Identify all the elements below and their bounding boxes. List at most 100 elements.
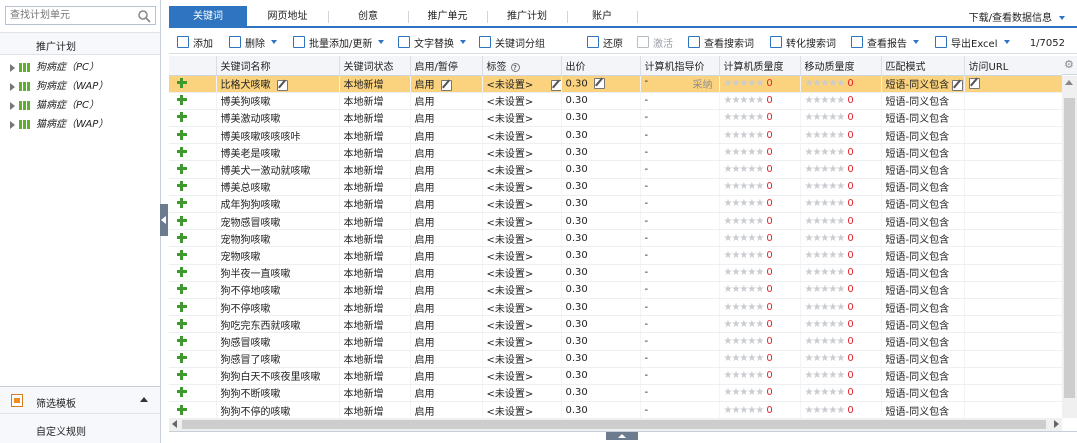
table-row[interactable]: 博美激动咳嗽 本地新增 启用 <未设置> 0.30- ★★★★★ 0 ★★★★★ 0 短语-同义包… xyxy=(169,109,1062,128)
match-mode-cell[interactable]: 短语-同义包含 xyxy=(881,264,965,282)
bid-cell[interactable]: 0.30 xyxy=(561,75,641,93)
row-add-cell[interactable] xyxy=(169,160,217,179)
match-mode-cell[interactable]: 短语-同义包含 xyxy=(881,401,965,418)
text-replace-button[interactable]: 文字替换 xyxy=(398,34,466,50)
match-mode-cell[interactable]: 短语-同义包含 xyxy=(881,332,965,351)
bid-cell[interactable]: 0.30 xyxy=(561,109,641,128)
enable-cell[interactable]: 启用 xyxy=(410,401,483,418)
visit-url-cell[interactable] xyxy=(964,229,1062,248)
keyword-name-cell[interactable]: 博美老是咳嗽 xyxy=(216,143,340,162)
tag-cell[interactable]: <未设置> xyxy=(482,229,562,248)
enable-cell[interactable]: 启用 xyxy=(410,281,483,299)
tab-keywords[interactable]: 关键词 xyxy=(169,6,247,28)
dropdown-arrow-icon[interactable] xyxy=(460,40,466,44)
col-header-pc-quality[interactable]: 计算机质量度 xyxy=(719,56,801,76)
tab-account[interactable]: 账户 xyxy=(567,6,637,28)
col-header-visit-url[interactable]: 访问URL xyxy=(964,56,1062,76)
plus-icon[interactable] xyxy=(177,198,187,209)
tag-cell[interactable]: <未设置> xyxy=(482,92,562,110)
bid-cell[interactable]: 0.30 xyxy=(561,298,641,317)
plus-icon[interactable] xyxy=(177,78,187,89)
visit-url-cell[interactable] xyxy=(964,281,1062,299)
col-header-keyword-name[interactable]: 关键词名称 xyxy=(216,56,340,76)
bid-cell[interactable]: 0.30 xyxy=(561,160,641,179)
plan-item[interactable]: 狗病症（PC） xyxy=(0,58,160,77)
keyword-group-button[interactable]: 关键词分组 xyxy=(479,34,545,50)
plus-icon[interactable] xyxy=(177,404,187,415)
plan-item[interactable]: 狗病症（WAP） xyxy=(0,77,160,96)
expand-arrow-icon[interactable] xyxy=(10,82,15,91)
dropdown-arrow-icon[interactable] xyxy=(378,40,385,44)
row-add-cell[interactable] xyxy=(169,92,217,110)
table-row[interactable]: 狗感冒咳嗽 本地新增 启用 <未设置> 0.30- ★★★★★ 0 ★★★★★ 0 短语-同义包含 xyxy=(169,332,1062,351)
keyword-name-cell[interactable]: 宠物感冒咳嗽 xyxy=(216,212,340,231)
tag-cell[interactable]: <未设置> xyxy=(482,281,562,299)
enable-cell[interactable]: 启用 xyxy=(410,367,483,385)
row-add-cell[interactable] xyxy=(169,75,217,93)
edit-icon[interactable] xyxy=(440,79,452,91)
visit-url-cell[interactable] xyxy=(964,350,1062,368)
tag-cell[interactable]: <未设置> xyxy=(482,350,562,368)
tag-cell[interactable]: <未设置> xyxy=(482,212,562,231)
row-add-cell[interactable] xyxy=(169,367,217,385)
visit-url-cell[interactable] xyxy=(964,178,1062,196)
enable-cell[interactable]: 启用 xyxy=(410,229,483,248)
dropdown-arrow-icon[interactable] xyxy=(913,40,919,44)
table-row[interactable]: 博美总咳嗽 本地新增 启用 <未设置> 0.30- ★★★★★ 0 ★★★★★ 0 短语-同义包含 xyxy=(169,178,1062,196)
keyword-name-cell[interactable]: 博美咳嗽咳咳咳咔 xyxy=(216,126,340,145)
batch-add-button[interactable]: 批量添加/更新 xyxy=(293,34,385,50)
tab-urls[interactable]: 网页地址 xyxy=(247,6,328,28)
match-mode-cell[interactable]: 短语-同义包含 xyxy=(881,126,965,145)
export-excel-button[interactable]: 导出Excel xyxy=(935,34,1010,50)
bid-cell[interactable]: 0.30 xyxy=(561,195,641,214)
tag-cell[interactable]: <未设置> xyxy=(482,126,562,145)
enable-cell[interactable]: 启用 xyxy=(410,384,483,403)
bid-cell[interactable]: 0.30 xyxy=(561,178,641,196)
plus-icon[interactable] xyxy=(177,318,187,329)
table-row[interactable]: 狗狗不断咳嗽 本地新增 启用 <未设置> 0.30- ★★★★★ 0 ★★★★★ 0 短语-同义包… xyxy=(169,384,1062,403)
keyword-name-cell[interactable]: 狗狗白天不咳夜里咳嗽 xyxy=(216,367,340,385)
table-row[interactable]: 狗感冒了咳嗽 本地新增 启用 <未设置> 0.30- ★★★★★ 0 ★★★★★ 0 短语-同义包… xyxy=(169,350,1062,368)
plus-icon[interactable] xyxy=(177,353,187,364)
match-mode-cell[interactable]: 短语-同义包含 xyxy=(881,367,965,385)
col-header-keyword-status[interactable]: 关键词状态 xyxy=(339,56,411,76)
row-add-cell[interactable] xyxy=(169,264,217,282)
delete-button[interactable]: 删除 xyxy=(229,34,277,50)
tag-cell[interactable]: <未设置> xyxy=(482,332,562,351)
bid-cell[interactable]: 0.30 xyxy=(561,332,641,351)
bid-cell[interactable]: 0.30 xyxy=(561,401,641,418)
visit-url-cell[interactable] xyxy=(964,384,1062,403)
edit-icon[interactable] xyxy=(952,79,963,91)
keyword-name-cell[interactable]: 狗不停咳嗽 xyxy=(216,298,340,317)
row-add-cell[interactable] xyxy=(169,384,217,403)
visit-url-cell[interactable] xyxy=(964,160,1062,179)
match-mode-cell[interactable]: 短语-同义包含 xyxy=(881,384,965,403)
visit-url-cell[interactable] xyxy=(964,264,1062,282)
scroll-up-icon[interactable] xyxy=(1065,80,1073,85)
search-input[interactable] xyxy=(6,7,134,24)
match-mode-cell[interactable]: 短语-同义包含 xyxy=(881,229,965,248)
tag-cell[interactable]: <未设置> xyxy=(482,160,562,179)
keyword-name-cell[interactable]: 狗不停地咳嗽 xyxy=(216,281,340,299)
enable-cell[interactable]: 启用 xyxy=(410,109,483,128)
tab-ad-units[interactable]: 推广单元 xyxy=(408,6,487,28)
keyword-name-cell[interactable]: 狗感冒咳嗽 xyxy=(216,332,340,351)
match-mode-cell[interactable]: 短语-同义包含 xyxy=(881,178,965,196)
horizontal-scrollbar[interactable] xyxy=(169,418,1062,431)
dropdown-arrow-icon[interactable] xyxy=(271,40,277,44)
tag-cell[interactable]: <未设置> xyxy=(482,143,562,162)
scroll-right-icon[interactable] xyxy=(1054,420,1059,428)
table-row[interactable]: 狗不停咳嗽 本地新增 启用 <未设置> 0.30- ★★★★★ 0 ★★★★★ 0 短语-同义包含 xyxy=(169,298,1062,317)
row-add-cell[interactable] xyxy=(169,298,217,317)
row-add-cell[interactable] xyxy=(169,195,217,214)
bid-cell[interactable]: 0.30 xyxy=(561,264,641,282)
tag-cell[interactable]: <未设置> xyxy=(482,178,562,196)
bid-cell[interactable]: 0.30 xyxy=(561,315,641,334)
view-report-button[interactable]: 查看报告 xyxy=(851,34,919,50)
restore-button[interactable]: 还原 xyxy=(587,34,623,50)
expand-arrow-icon[interactable] xyxy=(10,63,15,72)
gear-icon[interactable] xyxy=(1062,56,1077,75)
tag-cell[interactable]: <未设置> xyxy=(482,75,562,93)
bid-cell[interactable]: 0.30 xyxy=(561,350,641,368)
col-header-match-mode[interactable]: 匹配模式 xyxy=(881,56,965,76)
